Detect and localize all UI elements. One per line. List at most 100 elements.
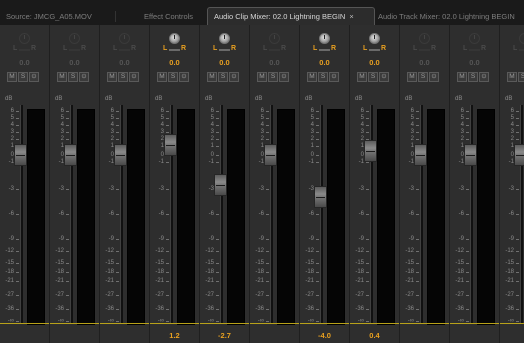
db-tick-label: 3	[252, 129, 269, 135]
keyframe-line	[500, 323, 524, 324]
db-tick-label: 5	[52, 115, 69, 121]
pan-knob-icon[interactable]	[19, 33, 30, 44]
pan-knob-icon[interactable]	[319, 33, 330, 44]
pan-knob-icon[interactable]	[269, 33, 280, 44]
volume-value[interactable]: -4.0	[300, 330, 349, 342]
pan-knob-icon[interactable]	[469, 33, 480, 44]
db-tick-label: -1	[2, 159, 19, 165]
db-tick-label: -3	[152, 186, 169, 192]
record-button[interactable]: ⊙	[279, 72, 289, 82]
db-tick-label: 1	[352, 143, 369, 149]
db-scale: 6 5 4 3 2 1 0 -1 -3 -6 -9 -12 -15 -18 -21 -27 -36 -∞	[450, 25, 469, 343]
db-tick-label: 1	[2, 143, 19, 149]
db-tick-label: -6	[452, 211, 469, 217]
pan-knob-icon[interactable]	[519, 33, 524, 44]
solo-button[interactable]: S	[18, 72, 28, 82]
db-tick-label: -27	[202, 292, 219, 298]
pan-knob-icon[interactable]	[369, 33, 380, 44]
db-tick-label: 2	[202, 136, 219, 142]
tab-source[interactable]: Source: JMCG_A05.MOV	[0, 8, 116, 25]
db-tick-label: 1	[452, 143, 469, 149]
volume-fader-handle[interactable]	[414, 144, 427, 166]
db-tick-label: -12	[352, 248, 369, 254]
volume-value[interactable]: 1.2	[150, 330, 199, 342]
db-tick-label: -9	[402, 236, 419, 242]
db-tick-label: -3	[352, 186, 369, 192]
level-meter	[227, 109, 245, 325]
db-tick-label: -21	[402, 278, 419, 284]
solo-button[interactable]: S	[518, 72, 524, 82]
tab-audio-clip-mixer[interactable]: Audio Clip Mixer: 02.0 Lightning BEGIN ×	[207, 7, 375, 26]
volume-fader-handle[interactable]	[14, 144, 27, 166]
db-tick-label: 1	[302, 143, 319, 149]
record-button[interactable]: ⊙	[29, 72, 39, 82]
volume-fader-handle[interactable]	[64, 144, 77, 166]
db-tick-label: -21	[102, 278, 119, 284]
pan-knob-icon[interactable]	[69, 33, 80, 44]
db-tick-label: 3	[52, 129, 69, 135]
db-tick-label: -15	[152, 260, 169, 266]
volume-value[interactable]: 0.4	[350, 330, 399, 342]
db-tick-label: 3	[102, 129, 119, 135]
db-tick-label: -21	[352, 278, 369, 284]
record-button[interactable]: ⊙	[479, 72, 489, 82]
volume-fader-handle[interactable]	[464, 144, 477, 166]
solo-button[interactable]: S	[318, 72, 328, 82]
db-tick-label: 5	[302, 115, 319, 121]
db-tick-label: -1	[152, 159, 169, 165]
solo-button[interactable]: S	[168, 72, 178, 82]
db-tick-label: 4	[52, 122, 69, 128]
volume-fader-handle[interactable]	[514, 144, 524, 166]
panel-tab-bar: Source: JMCG_A05.MOV Effect Controls Aud…	[0, 0, 524, 26]
solo-button[interactable]: S	[268, 72, 278, 82]
tab-effect-controls[interactable]: Effect Controls	[138, 8, 210, 25]
solo-button[interactable]: S	[68, 72, 78, 82]
db-tick-label: 6	[402, 108, 419, 114]
record-button[interactable]: ⊙	[79, 72, 89, 82]
solo-button[interactable]: S	[218, 72, 228, 82]
db-tick-label: -27	[452, 292, 469, 298]
solo-button[interactable]: S	[418, 72, 428, 82]
db-tick-label: 3	[2, 129, 19, 135]
level-meter	[327, 109, 345, 325]
mixer-channel-strip: L R 0.0 M S ⊙ dB 6 5 4 3 2 1 0 -1 -3 -6 -9 -12 -15 -18 -21 -27…	[50, 25, 100, 343]
record-button[interactable]: ⊙	[179, 72, 189, 82]
close-icon[interactable]: ×	[349, 12, 353, 21]
db-tick-label: -21	[152, 278, 169, 284]
db-tick-label: 2	[502, 136, 519, 142]
volume-fader-handle[interactable]	[364, 140, 377, 163]
db-tick-label: -15	[202, 260, 219, 266]
pan-indicator	[369, 49, 380, 51]
volume-fader-handle[interactable]	[114, 144, 127, 166]
db-tick-label: -27	[2, 292, 19, 298]
pan-knob-icon[interactable]	[219, 33, 230, 44]
solo-button[interactable]: S	[118, 72, 128, 82]
volume-fader-handle[interactable]	[314, 186, 327, 209]
pan-knob-icon[interactable]	[169, 33, 180, 44]
db-tick-label: -12	[252, 248, 269, 254]
record-button[interactable]: ⊙	[229, 72, 239, 82]
pan-knob-icon[interactable]	[419, 33, 430, 44]
record-button[interactable]: ⊙	[329, 72, 339, 82]
tab-audio-track-mixer[interactable]: Audio Track Mixer: 02.0 Lightning BEGIN	[372, 8, 524, 25]
level-meter	[277, 109, 295, 325]
solo-button[interactable]: S	[468, 72, 478, 82]
record-button[interactable]: ⊙	[379, 72, 389, 82]
volume-value[interactable]: -2.7	[200, 330, 249, 342]
volume-fader-handle[interactable]	[264, 144, 277, 166]
pan-knob-icon[interactable]	[119, 33, 130, 44]
db-tick-label: 5	[102, 115, 119, 121]
db-tick-label: -3	[102, 186, 119, 192]
pan-indicator	[169, 49, 180, 51]
record-button[interactable]: ⊙	[129, 72, 139, 82]
db-tick-label: -21	[52, 278, 69, 284]
keyframe-line	[200, 323, 249, 324]
pan-indicator	[469, 49, 480, 51]
volume-fader-handle[interactable]	[164, 133, 177, 156]
level-meter	[477, 109, 495, 325]
record-button[interactable]: ⊙	[429, 72, 439, 82]
pan-right-label: R	[481, 45, 487, 52]
solo-button[interactable]: S	[368, 72, 378, 82]
volume-fader-handle[interactable]	[214, 173, 227, 196]
pan-right-label: R	[431, 45, 437, 52]
